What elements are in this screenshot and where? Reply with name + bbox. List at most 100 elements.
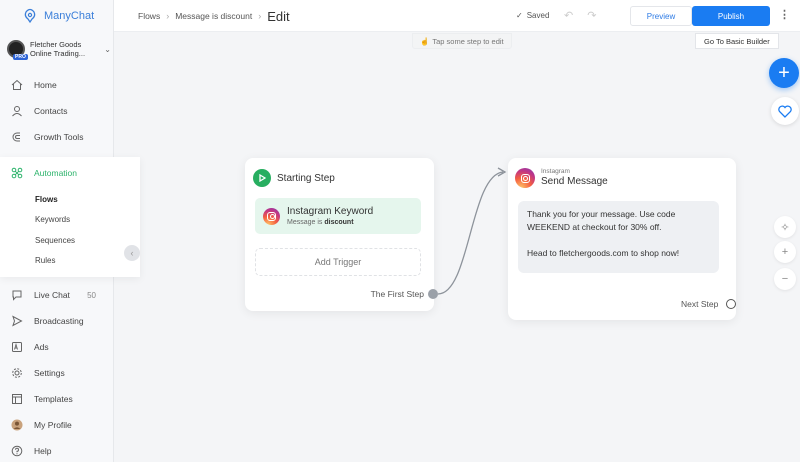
collapse-sidebar-button[interactable]: ‹ [124, 245, 140, 261]
sidebar-item-live-chat[interactable]: Live Chat 50 [0, 282, 114, 308]
magic-wand-icon: ✧ [780, 221, 790, 234]
ads-icon [12, 342, 22, 352]
zoom-in-button[interactable]: + [774, 241, 796, 263]
sidebar-subitem-rules[interactable]: Rules [0, 251, 140, 272]
edit-hint: ☝ Tap some step to edit [412, 33, 512, 49]
magic-wand-button[interactable]: ✧ [774, 216, 796, 238]
more-options-icon[interactable]: ⋮ [779, 8, 790, 21]
profile-avatar-icon [11, 419, 23, 431]
publish-button[interactable]: Publish [692, 6, 770, 26]
account-name: Fletcher Goods Online Trading... [30, 40, 86, 58]
plus-icon: + [778, 61, 790, 84]
send-message-card[interactable]: Instagram Send Message Thank you for you… [508, 158, 736, 320]
trigger-condition-prefix: Message is [287, 218, 323, 226]
instagram-keyword-trigger[interactable]: Instagram Keyword Message is discount [255, 198, 421, 234]
sidebar-item-label: Ads [34, 342, 49, 352]
breadcrumb-flow-name[interactable]: Message is discount [175, 11, 252, 21]
plus-icon: + [781, 246, 789, 258]
breadcrumb: Flows › Message is discount › Edit [138, 0, 290, 32]
heart-icon [778, 104, 792, 118]
pro-badge: PRO [13, 54, 28, 60]
saved-label: Saved [526, 11, 550, 20]
sidebar-item-my-profile[interactable]: My Profile [0, 412, 114, 438]
magnet-icon [12, 132, 20, 142]
starting-step-card[interactable]: Starting Step Instagram Keyword Message … [245, 158, 434, 311]
instagram-icon [263, 207, 280, 225]
sidebar-item-label: Templates [34, 394, 73, 404]
sidebar-item-settings[interactable]: Settings [0, 360, 114, 386]
sidebar-item-growth-tools[interactable]: Growth Tools [0, 124, 114, 150]
top-bar: Flows › Message is discount › Edit ✓ Sav… [114, 0, 800, 32]
sidebar-item-label: My Profile [34, 420, 72, 430]
breadcrumb-flows[interactable]: Flows [138, 11, 160, 21]
automation-panel: Automation Flows Keywords Sequences Rule… [0, 157, 140, 277]
zoom-out-button[interactable]: − [774, 268, 796, 290]
sidebar-item-templates[interactable]: Templates [0, 386, 114, 412]
trigger-condition-value: discount [324, 218, 354, 226]
hand-pointer-icon: ☝ [420, 36, 430, 46]
next-step-connector-port[interactable] [726, 299, 736, 309]
message-text: Head to fletchergoods.com to shop now! [527, 248, 680, 258]
message-bubble[interactable]: Thank you for your message. Use code WEE… [518, 201, 719, 273]
undo-icon[interactable]: ↶ [564, 9, 573, 22]
sidebar-item-ads[interactable]: Ads [0, 334, 114, 360]
sidebar-item-contacts[interactable]: Contacts [0, 98, 114, 124]
manychat-logo-icon [24, 8, 36, 24]
home-icon [11, 79, 23, 90]
preview-button[interactable]: Preview [630, 6, 692, 26]
undo-redo: ↶ ↷ [564, 9, 596, 22]
breadcrumb-separator-icon: › [166, 11, 170, 21]
sidebar-item-label: Contacts [34, 106, 68, 116]
basic-builder-button[interactable]: Go To Basic Builder [695, 33, 779, 49]
trigger-title: Instagram Keyword [287, 205, 374, 217]
sidebar-subitem-flows[interactable]: Flows [0, 189, 140, 210]
sidebar-subitem-keywords[interactable]: Keywords [0, 210, 140, 231]
send-icon [12, 315, 23, 327]
sidebar-item-home[interactable]: Home [0, 72, 114, 98]
chevron-down-icon: ⌄ [104, 44, 111, 54]
play-icon [253, 169, 271, 187]
sidebar-item-label: Automation [34, 168, 77, 178]
sidebar-item-label: Broadcasting [34, 316, 84, 326]
add-trigger-button[interactable]: Add Trigger [255, 248, 421, 276]
starting-step-title: Starting Step [277, 172, 335, 184]
first-step-label: The First Step [370, 289, 424, 299]
user-icon [12, 106, 22, 117]
live-chat-count: 50 [87, 290, 96, 300]
next-step-label: Next Step [681, 299, 719, 309]
sidebar-item-label: Live Chat [34, 290, 70, 300]
instagram-icon [515, 168, 535, 188]
sidebar-item-label: Growth Tools [34, 132, 84, 142]
first-step-connector-port[interactable] [428, 289, 438, 299]
redo-icon[interactable]: ↷ [587, 9, 596, 22]
gear-icon [12, 368, 22, 378]
sidebar-item-label: Settings [34, 368, 65, 378]
sidebar-item-broadcasting[interactable]: Broadcasting [0, 308, 114, 334]
page-title: Edit [267, 8, 290, 24]
breadcrumb-separator-icon: › [258, 11, 262, 21]
edit-hint-text: Tap some step to edit [432, 36, 504, 46]
saved-status: ✓ Saved [516, 11, 549, 20]
logo[interactable]: ManyChat [22, 8, 94, 24]
check-icon: ✓ [516, 11, 523, 20]
automation-icon [11, 167, 23, 179]
account-switcher[interactable]: PRO Fletcher Goods Online Trading... ⌄ [7, 40, 111, 60]
minus-icon: − [781, 273, 789, 285]
trigger-condition: Message is discount [287, 218, 373, 227]
sidebar-item-label: Home [34, 80, 57, 90]
templates-icon [12, 394, 22, 404]
add-step-button[interactable]: + [769, 58, 799, 88]
account-avatar: PRO [7, 40, 28, 60]
send-message-header: Instagram Send Message [515, 168, 608, 188]
send-message-title: Send Message [541, 176, 608, 187]
chat-icon [12, 290, 22, 301]
starting-step-header: Starting Step [253, 169, 335, 187]
message-text: Thank you for your message. Use code WEE… [527, 209, 676, 232]
sidebar-subitem-sequences[interactable]: Sequences [0, 230, 140, 251]
channel-label: Instagram [541, 168, 570, 175]
sidebar-item-help[interactable]: Help [0, 438, 114, 462]
help-icon [11, 445, 23, 457]
favorite-button[interactable] [771, 97, 799, 125]
chevron-left-icon: ‹ [130, 248, 134, 258]
sidebar-item-automation[interactable]: Automation [0, 157, 140, 189]
